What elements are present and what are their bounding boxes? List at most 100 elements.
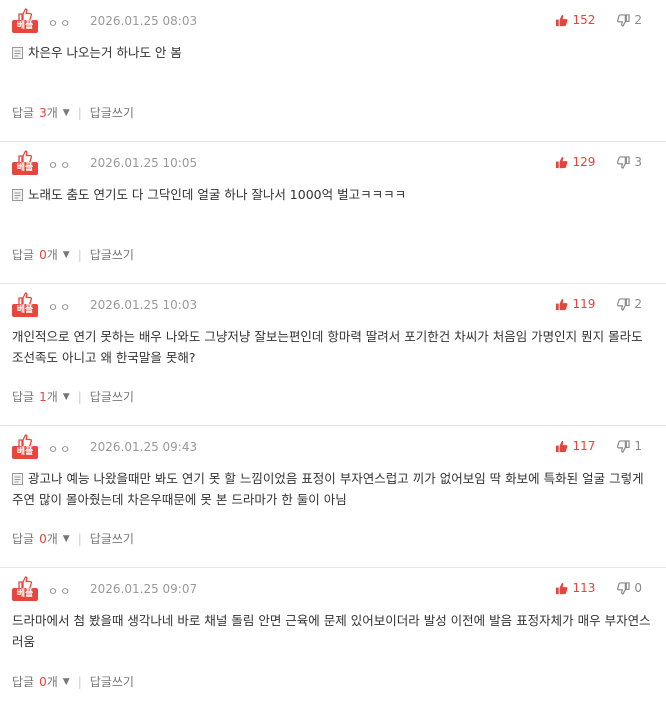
upvote-button[interactable]: 113 [555,581,595,595]
comment-header: 베플 ㅇㅇ 2026.01.25 09:07 113 0 [12,568,654,608]
vote-group: 113 0 [555,581,642,595]
author-name[interactable]: ㅇㅇ [48,299,72,315]
reply-count-unit: 개 [46,106,58,120]
upvote-button[interactable]: 117 [555,439,595,453]
comment-footer: 답글 0개 ▼ | 답글쓰기 [12,530,134,547]
comment-date: 2026.01.25 10:03 [90,298,198,312]
reply-count: 0 [39,247,47,262]
write-reply-button[interactable]: 답글쓰기 [90,673,134,690]
reply-toggle[interactable]: 답글 3개 ▼ [12,104,78,121]
reply-count: 0 [39,531,47,546]
comment-footer: 답글 3개 ▼ | 답글쓰기 [12,104,134,121]
comment-body: 개인적으로 연기 못하는 배우 나와도 그냥저냥 잘보는편인데 항마력 딸려서 … [12,324,654,368]
downvote-button[interactable]: 2 [617,297,642,311]
comment-body: 광고나 예능 나왔을때만 봐도 연기 못 할 느낌이었음 표정이 부자연스럽고 … [12,466,654,510]
divider: | [77,531,82,546]
vote-group: 129 3 [555,155,642,169]
best-badge: 베플 [12,150,38,178]
reply-count-unit: 개 [46,390,58,404]
write-reply-button[interactable]: 답글쓰기 [90,104,134,121]
downvote-button[interactable]: 0 [617,581,642,595]
comment-list: 베플 ㅇㅇ 2026.01.25 08:03 152 2 차은우 나오는거 하나… [0,0,666,710]
best-badge: 베플 [12,292,38,320]
reply-count: 1 [39,389,47,404]
comment-footer: 답글 1개 ▼ | 답글쓰기 [12,388,134,405]
thumbs-down-icon [617,439,631,453]
author-name[interactable]: ㅇㅇ [48,15,72,31]
reply-label: 답글 [12,390,35,404]
reply-count-unit: 개 [46,532,58,546]
upvote-button[interactable]: 129 [555,155,595,169]
best-badge: 베플 [12,434,38,462]
comment-header: 베플 ㅇㅇ 2026.01.25 10:05 129 3 [12,142,654,182]
comment-body: 노래도 춤도 연기도 다 그닥인데 얼굴 하나 잘나서 1000억 벌고ㅋㅋㅋㅋ [12,182,654,226]
downvote-count: 3 [634,155,642,169]
comment-header: 베플 ㅇㅇ 2026.01.25 09:43 117 1 [12,426,654,466]
best-label: 베플 [12,588,38,601]
write-reply-button[interactable]: 답글쓰기 [90,246,134,263]
thumbs-down-icon [617,297,631,311]
image-attachment-icon [12,473,23,485]
thumbs-up-icon [556,298,568,310]
best-badge: 베플 [12,576,38,604]
reply-toggle[interactable]: 답글 1개 ▼ [12,388,78,405]
author-name[interactable]: ㅇㅇ [48,157,72,173]
reply-toggle[interactable]: 답글 0개 ▼ [12,673,78,690]
best-label: 베플 [12,20,38,33]
write-reply-button[interactable]: 답글쓰기 [90,388,134,405]
divider: | [77,389,82,404]
caret-down-icon: ▼ [62,533,70,544]
image-attachment-icon [12,47,23,59]
comment-item: 베플 ㅇㅇ 2026.01.25 10:05 129 3 노래도 춤도 연기도 … [0,142,666,284]
caret-down-icon: ▼ [62,249,70,260]
divider: | [77,674,82,689]
divider: | [77,247,82,262]
comment-item: 베플 ㅇㅇ 2026.01.25 10:03 119 2 개인적으로 연기 못하… [0,284,666,426]
best-badge: 베플 [12,8,38,36]
comment-footer: 답글 0개 ▼ | 답글쓰기 [12,673,134,690]
thumbs-up-icon [556,440,568,452]
upvote-button[interactable]: 152 [555,13,595,27]
comment-body: 드라마에서 첨 봤을때 생각나네 바로 채널 돌림 안면 근육에 문제 있어보이… [12,608,654,652]
best-label: 베플 [12,446,38,459]
image-attachment-icon [12,189,23,201]
comment-date: 2026.01.25 09:43 [90,440,198,454]
reply-label: 답글 [12,532,35,546]
comment-date: 2026.01.25 10:05 [90,156,198,170]
vote-group: 119 2 [555,297,642,311]
reply-toggle[interactable]: 답글 0개 ▼ [12,246,78,263]
comment-text: 광고나 예능 나왔을때만 봐도 연기 못 할 느낌이었음 표정이 부자연스럽고 … [12,471,644,507]
write-reply-button[interactable]: 답글쓰기 [90,530,134,547]
reply-label: 답글 [12,248,35,262]
thumbs-down-icon [617,581,631,595]
author-name[interactable]: ㅇㅇ [48,441,72,457]
caret-down-icon: ▼ [62,391,70,402]
comment-date: 2026.01.25 09:07 [90,582,198,596]
downvote-count: 2 [634,297,642,311]
reply-count: 3 [39,105,47,120]
comment-footer: 답글 0개 ▼ | 답글쓰기 [12,246,134,263]
comment-text: 차은우 나오는거 하나도 안 봄 [28,45,182,60]
best-label: 베플 [12,162,38,175]
thumbs-down-icon [617,13,631,27]
comment-header: 베플 ㅇㅇ 2026.01.25 10:03 119 2 [12,284,654,324]
reply-count-unit: 개 [46,675,58,689]
thumbs-up-icon [556,156,568,168]
best-label: 베플 [12,304,38,317]
reply-count: 0 [39,674,47,689]
comment-text: 개인적으로 연기 못하는 배우 나와도 그냥저냥 잘보는편인데 항마력 딸려서 … [12,329,643,365]
downvote-count: 1 [634,439,642,453]
reply-toggle[interactable]: 답글 0개 ▼ [12,530,78,547]
thumbs-down-icon [617,155,631,169]
thumbs-up-icon [556,14,568,26]
comment-text: 노래도 춤도 연기도 다 그닥인데 얼굴 하나 잘나서 1000억 벌고ㅋㅋㅋㅋ [28,187,407,202]
vote-group: 152 2 [555,13,642,27]
upvote-button[interactable]: 119 [555,297,595,311]
thumbs-up-icon [556,582,568,594]
upvote-count: 152 [572,13,596,27]
comment-header: 베플 ㅇㅇ 2026.01.25 08:03 152 2 [12,0,654,40]
downvote-button[interactable]: 3 [617,155,642,169]
author-name[interactable]: ㅇㅇ [48,583,72,599]
downvote-button[interactable]: 2 [617,13,642,27]
downvote-button[interactable]: 1 [617,439,642,453]
